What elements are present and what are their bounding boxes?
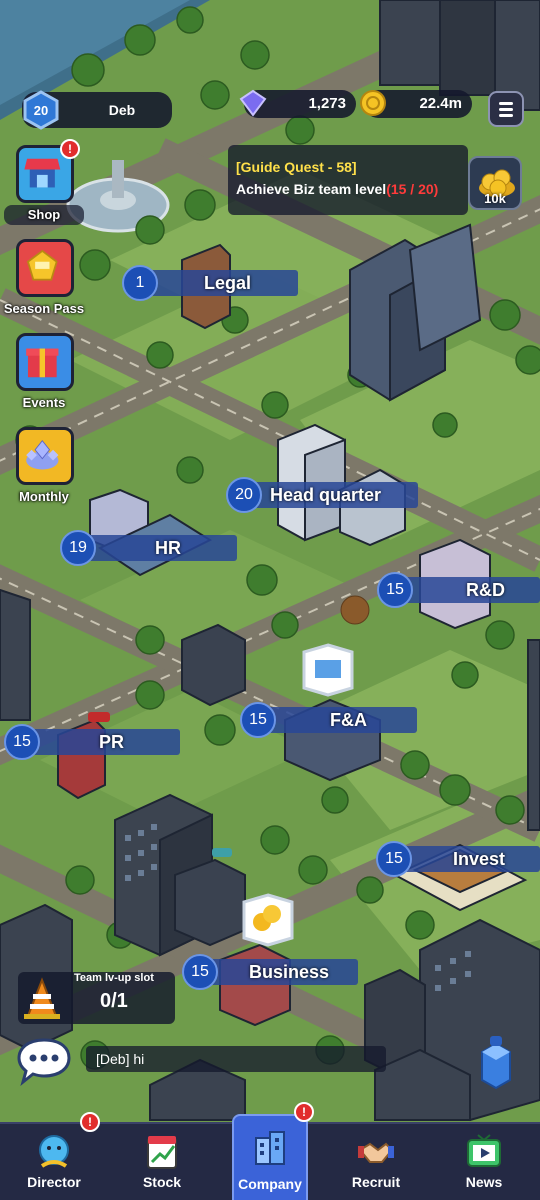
nav-director[interactable]: ! Director bbox=[0, 1112, 108, 1200]
level-shield-icon: 20 bbox=[23, 90, 59, 130]
nav-news[interactable]: News bbox=[430, 1124, 538, 1200]
dept-name: Invest bbox=[453, 849, 506, 869]
chat-bar[interactable]: [Deb] hi bbox=[16, 1038, 386, 1086]
team-levelup-slot[interactable]: Team lv-up slot 0/1 bbox=[18, 972, 175, 1024]
nav-company[interactable]: ! Company bbox=[232, 1102, 314, 1200]
player-name: Deb bbox=[108, 102, 136, 118]
svg-text:20: 20 bbox=[34, 103, 48, 118]
player-profile[interactable]: 20 Deb bbox=[22, 90, 172, 130]
chat-bubble-icon[interactable] bbox=[16, 1036, 72, 1086]
dept-name: Head quarter bbox=[270, 485, 382, 505]
dept-name: F&A bbox=[330, 710, 367, 730]
dept-head-quarter[interactable]: 20 Head quarter bbox=[226, 477, 418, 513]
dept-level-badge: 15 bbox=[4, 724, 40, 760]
director-icon bbox=[39, 1135, 69, 1168]
gem-icon bbox=[239, 89, 267, 117]
dept-legal[interactable]: 1 Legal bbox=[122, 265, 298, 301]
dept-name: HR bbox=[155, 538, 181, 558]
dept-level-badge: 1 bbox=[122, 265, 158, 301]
quest-description: Achieve Biz team level(15 / 20) bbox=[236, 181, 439, 197]
bottom-navigation: ! Director Stock ! Company Recruit News bbox=[0, 1102, 540, 1200]
dept-level-badge: 15 bbox=[240, 702, 276, 738]
quest-reward-amount: 10k bbox=[484, 191, 506, 206]
dept-level-badge: 19 bbox=[60, 530, 96, 566]
gem-amount: 1,273 bbox=[308, 95, 346, 112]
dept-level-badge: 15 bbox=[182, 954, 218, 990]
quest-reward-button[interactable]: 10k bbox=[468, 156, 522, 210]
nav-director-label: Director bbox=[27, 1174, 81, 1190]
dept-name: Business bbox=[249, 962, 330, 982]
nav-company-label: Company bbox=[238, 1176, 302, 1192]
season-pass-button[interactable]: Season Pass bbox=[0, 239, 88, 329]
events-label: Events bbox=[22, 395, 66, 410]
construction-cone-icon bbox=[24, 977, 60, 1019]
nav-recruit-label: Recruit bbox=[351, 1174, 401, 1190]
handshake-icon bbox=[358, 1142, 394, 1163]
team-slot-value: 0/1 bbox=[100, 990, 128, 1012]
crate-icon bbox=[315, 660, 341, 678]
shop-alert-badge: ! bbox=[60, 139, 80, 159]
stock-chart-icon bbox=[147, 1136, 177, 1169]
nav-recruit[interactable]: Recruit bbox=[322, 1124, 430, 1200]
dept-name: R&D bbox=[466, 580, 505, 600]
monthly-button[interactable]: Monthly bbox=[0, 427, 88, 517]
dept-level-badge: 15 bbox=[376, 841, 412, 877]
monthly-label: Monthly bbox=[19, 489, 69, 504]
quest-progress: (15 / 20) bbox=[386, 181, 439, 197]
dept-name: Legal bbox=[204, 273, 252, 293]
dept-rnd[interactable]: 15 R&D bbox=[377, 572, 540, 608]
gift-icon bbox=[16, 333, 74, 391]
dept-level-badge: 15 bbox=[377, 572, 413, 608]
nav-stock[interactable]: Stock bbox=[108, 1124, 216, 1200]
dept-fna[interactable]: 15 F&A bbox=[240, 702, 417, 738]
dept-level-badge: 20 bbox=[226, 477, 262, 513]
company-building-icon bbox=[255, 1131, 285, 1165]
season-pass-label: Season Pass bbox=[3, 301, 85, 316]
quest-title: [Guide Quest - 58] bbox=[236, 159, 357, 175]
team-slot-title: Team lv-up slot bbox=[74, 972, 154, 984]
gold-counter[interactable]: 22.4m bbox=[360, 90, 472, 118]
gem-counter[interactable]: 1,273 bbox=[239, 89, 356, 118]
chat-last-message: [Deb] hi bbox=[86, 1046, 386, 1072]
guide-quest-panel[interactable]: [Guide Quest - 58] Achieve Biz team leve… bbox=[228, 145, 468, 215]
shop-label: Shop bbox=[27, 207, 61, 222]
season-pass-icon bbox=[16, 239, 74, 297]
hamburger-menu-button[interactable] bbox=[488, 91, 524, 127]
director-alert-badge: ! bbox=[80, 1112, 100, 1132]
gold-amount: 22.4m bbox=[419, 95, 462, 112]
dept-pr[interactable]: 15 PR bbox=[4, 724, 180, 760]
tv-play-icon bbox=[467, 1134, 501, 1167]
dept-hr[interactable]: 19 HR bbox=[60, 530, 237, 566]
gold-coin-icon bbox=[360, 90, 386, 116]
gem-pile-icon bbox=[16, 427, 74, 485]
events-button[interactable]: Events bbox=[0, 333, 88, 423]
nav-news-label: News bbox=[465, 1174, 503, 1190]
dept-name: PR bbox=[99, 732, 125, 752]
nav-stock-label: Stock bbox=[142, 1174, 182, 1190]
dept-business[interactable]: 15 Business bbox=[182, 954, 358, 990]
company-alert-badge: ! bbox=[294, 1102, 314, 1122]
dept-invest[interactable]: 15 Invest bbox=[376, 841, 540, 877]
shop-button[interactable]: ! Shop bbox=[0, 139, 88, 235]
blue-crystal-icon[interactable] bbox=[466, 1032, 526, 1092]
